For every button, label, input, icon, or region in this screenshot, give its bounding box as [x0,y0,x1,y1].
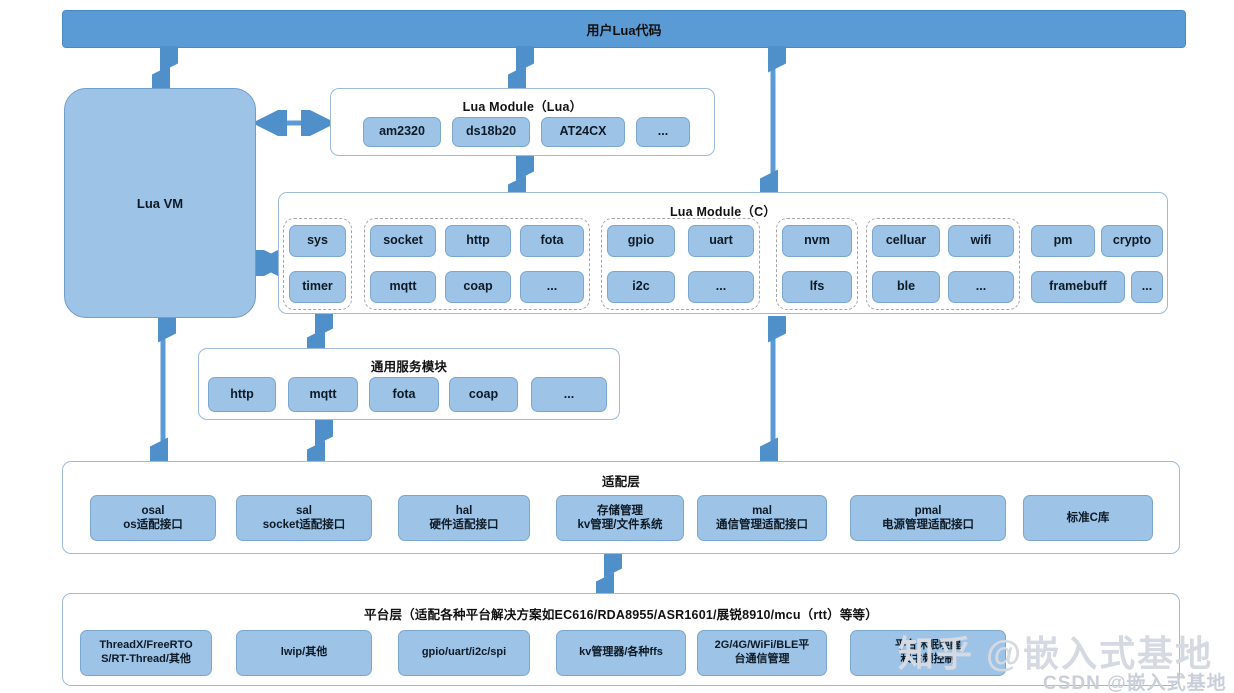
user-lua-code-banner: 用户Lua代码 [62,10,1186,48]
platform-item-line1: lwip/其他 [280,646,328,659]
adaptation-item-line1: pmal [914,504,942,517]
lua-module-c-item[interactable]: ... [948,271,1014,303]
lua-module-c-item[interactable]: ble [872,271,940,303]
common-service-item[interactable]: ... [531,377,607,412]
common-service-item[interactable]: mqtt [288,377,358,412]
lua-module-lua-item[interactable]: ... [636,117,690,147]
platform-item-line2: S/RT-Thread/其他 [101,653,191,665]
lua-module-c-item[interactable]: mqtt [370,271,436,303]
platform-layer-item[interactable]: kv管理器/各种ffs [556,630,686,676]
lua-vm-block: Lua VM [64,88,256,318]
arrow-luavm-to-lua-module-lua [252,110,336,136]
lua-vm-label: Lua VM [136,195,184,211]
platform-layer-item[interactable]: gpio/uart/i2c/spi [398,630,530,676]
arrow-common-service-to-adaptation-layer [307,420,333,466]
arrow-luavm-to-adaptation-layer [150,316,176,464]
lua-module-c-item[interactable]: ... [1131,271,1163,303]
lua-module-c-item[interactable]: sys [289,225,346,257]
arrow-adaptation-to-platform-layer [596,552,622,598]
lua-module-lua-title: Lua Module（Lua） [462,100,583,114]
common-service-item[interactable]: fota [369,377,439,412]
lua-module-c-item[interactable]: gpio [607,225,675,257]
lua-module-c-item[interactable]: crypto [1101,225,1163,257]
adaptation-layer-item[interactable]: hal 硬件适配接口 [398,495,530,541]
lua-module-c-item[interactable]: lfs [782,271,852,303]
lua-module-lua-item[interactable]: AT24CX [541,117,625,147]
arrow-banner-to-lua-module-lua [508,46,534,92]
lua-module-lua-item[interactable]: ds18b20 [452,117,530,147]
arrow-lua-module-c-to-adaptation-layer [760,316,786,464]
adaptation-layer-item[interactable]: 标准C库 [1023,495,1153,541]
platform-item-line2: 和主频控制 [900,653,956,665]
lua-module-c-item[interactable]: celluar [872,225,940,257]
lua-module-c-item[interactable]: timer [289,271,346,303]
common-service-item[interactable]: http [208,377,276,412]
platform-layer-title: 平台层（适配各种平台解决方案如EC616/RDA8955/ASR1601/展锐8… [364,608,878,622]
user-lua-code-label: 用户Lua代码 [586,22,662,38]
platform-item-line1: 2G/4G/WiFi/BLE平 [714,639,810,652]
platform-layer-item[interactable]: ThreadX/FreeRTO S/RT-Thread/其他 [80,630,212,676]
lua-module-c-item[interactable]: i2c [607,271,675,303]
platform-layer-item[interactable]: lwip/其他 [236,630,372,676]
adaptation-layer-title: 适配层 [601,475,641,489]
adaptation-layer-item[interactable]: pmal 电源管理适配接口 [850,495,1006,541]
lua-module-c-item[interactable]: wifi [948,225,1014,257]
lua-module-lua-item[interactable]: am2320 [363,117,441,147]
adaptation-item-line1: sal [296,504,312,517]
lua-module-c-item[interactable]: coap [445,271,511,303]
adaptation-layer-item[interactable]: sal socket适配接口 [236,495,372,541]
platform-item-line1: gpio/uart/i2c/spi [421,646,507,659]
platform-layer-item[interactable]: 平台休眠唤醒 和主频控制 [850,630,1006,676]
adaptation-item-line2: socket适配接口 [262,519,346,531]
adaptation-item-line2: kv管理/文件系统 [577,519,663,531]
adaptation-item-line1: osal [141,504,165,517]
adaptation-layer-item[interactable]: osal os适配接口 [90,495,216,541]
adaptation-item-line1: 标准C库 [1066,511,1110,524]
architecture-diagram: 用户Lua代码 Lua VM Lua Module（Lua） am2320 ds… [0,0,1234,693]
adaptation-item-line2: 硬件适配接口 [429,519,499,531]
lua-module-c-item[interactable]: ... [688,271,754,303]
common-service-item[interactable]: coap [449,377,518,412]
lua-module-c-item[interactable]: http [445,225,511,257]
lua-module-c-item[interactable]: fota [520,225,584,257]
arrow-banner-to-luavm [152,46,178,92]
adaptation-item-line2: 通信管理适配接口 [716,519,808,531]
platform-item-line1: 平台休眠唤醒 [895,639,961,652]
adaptation-layer-item[interactable]: 存储管理 kv管理/文件系统 [556,495,684,541]
platform-item-line2: 台通信管理 [734,653,790,665]
platform-item-line1: ThreadX/FreeRTO [99,639,193,652]
lua-module-c-item[interactable]: ... [520,271,584,303]
arrow-banner-to-lua-module-c [760,46,786,196]
lua-module-c-item[interactable]: framebuff [1031,271,1125,303]
adaptation-item-line1: mal [752,504,772,517]
adaptation-item-line1: 存储管理 [597,504,643,517]
lua-module-c-item[interactable]: nvm [782,225,852,257]
adaptation-layer-item[interactable]: mal 通信管理适配接口 [697,495,827,541]
common-service-title: 通用服务模块 [370,360,448,374]
lua-module-c-item[interactable]: uart [688,225,754,257]
adaptation-item-line1: hal [455,504,473,517]
platform-item-line1: kv管理器/各种ffs [579,646,663,659]
adaptation-item-line2: 电源管理适配接口 [882,519,974,531]
platform-layer-item[interactable]: 2G/4G/WiFi/BLE平 台通信管理 [697,630,827,676]
lua-module-c-item[interactable]: socket [370,225,436,257]
adaptation-item-line2: os适配接口 [123,519,183,531]
lua-module-c-item[interactable]: pm [1031,225,1095,257]
